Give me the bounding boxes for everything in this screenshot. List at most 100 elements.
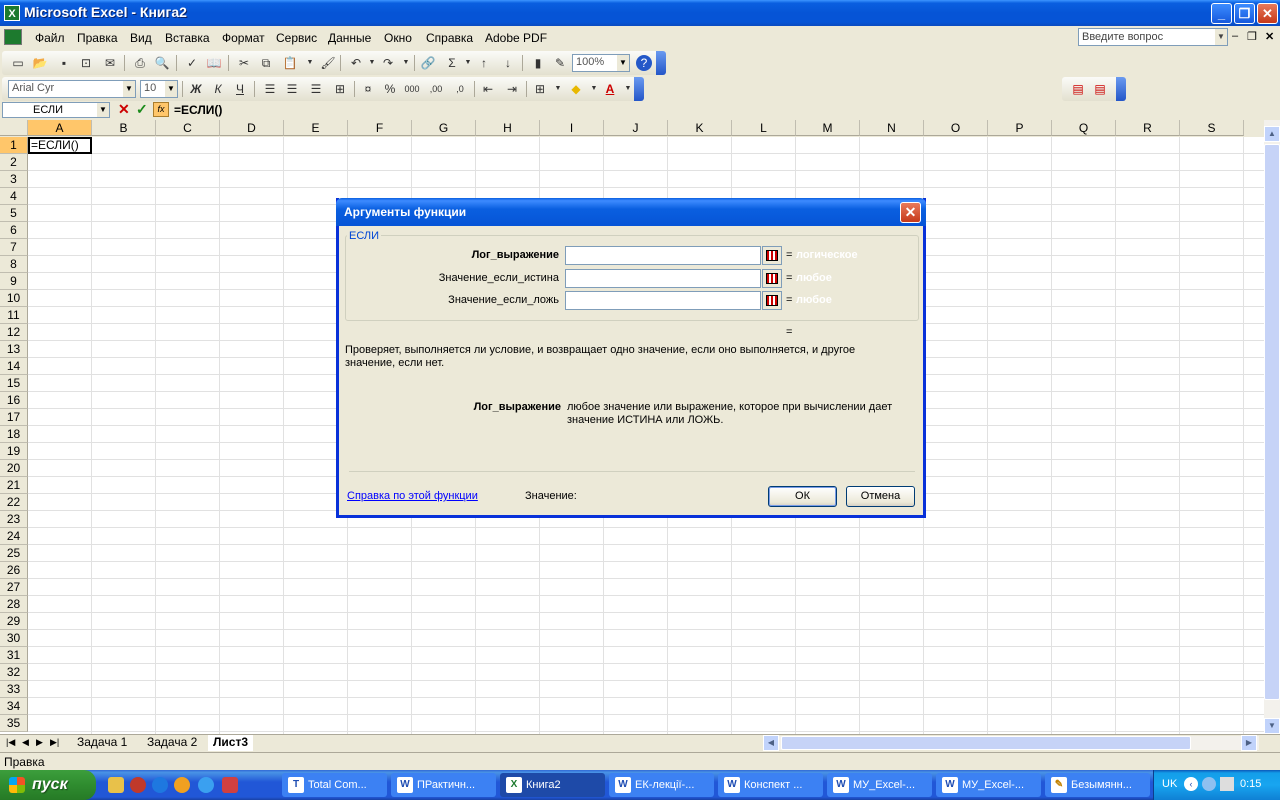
scroll-down-button[interactable]: ▼ [1264, 718, 1280, 734]
start-button[interactable]: пуск [0, 770, 96, 800]
font-color-icon[interactable]: A [602, 81, 618, 97]
sheet-tab-task1[interactable]: Задача 1 [72, 735, 132, 751]
font-name-select[interactable]: Arial Cyr ▼ [8, 80, 136, 98]
menu-format[interactable]: Формат [222, 31, 265, 45]
column-header-s[interactable]: S [1180, 120, 1244, 136]
italic-button[interactable]: К [210, 81, 226, 97]
cell-a1[interactable]: =ЕСЛИ() [28, 137, 92, 154]
autosum-icon[interactable]: Σ [444, 55, 460, 71]
row-header-32[interactable]: 32 [0, 664, 28, 681]
percent-icon[interactable]: % [382, 81, 398, 97]
row-header-4[interactable]: 4 [0, 188, 28, 205]
decrease-indent-icon[interactable]: ⇤ [480, 81, 496, 97]
undo-icon[interactable]: ↶ [348, 55, 364, 71]
menu-tools[interactable]: Сервис [276, 31, 317, 45]
column-header-d[interactable]: D [220, 120, 284, 136]
column-header-k[interactable]: K [668, 120, 732, 136]
row-header-16[interactable]: 16 [0, 392, 28, 409]
zoom-select[interactable]: 100% ▼ [572, 54, 630, 72]
drawing-icon[interactable]: ✎ [552, 55, 568, 71]
row-header-1[interactable]: 1 [0, 137, 28, 154]
borders-icon[interactable]: ⊞ [532, 81, 548, 97]
increase-decimal-icon[interactable]: ,00 [428, 81, 444, 97]
toolbar-options-icon[interactable] [634, 77, 644, 101]
row-header-7[interactable]: 7 [0, 239, 28, 256]
chevron-down-icon[interactable]: ▼ [123, 81, 135, 97]
cut-icon[interactable]: ✂ [236, 55, 252, 71]
row-header-17[interactable]: 17 [0, 409, 28, 426]
task-total-commander[interactable]: T Total Com... [282, 773, 387, 797]
workbook-icon[interactable] [4, 29, 22, 45]
arg-input-value-if-true[interactable] [565, 269, 761, 288]
row-header-5[interactable]: 5 [0, 205, 28, 222]
email-icon[interactable]: ✉ [102, 55, 118, 71]
chart-wizard-icon[interactable]: ▮ [530, 55, 546, 71]
doc-close-button[interactable]: ✕ [1265, 30, 1274, 43]
monitor-icon[interactable] [1220, 777, 1234, 791]
redo-icon[interactable]: ↷ [380, 55, 396, 71]
chevron-down-icon[interactable]: ▼ [97, 103, 109, 117]
select-all-corner[interactable] [0, 120, 28, 136]
sheet-tab-sheet3[interactable]: Лист3 [208, 735, 254, 751]
scroll-right-button[interactable]: ▶ [1241, 735, 1257, 751]
row-header-10[interactable]: 10 [0, 290, 28, 307]
column-header-a[interactable]: A [28, 120, 92, 136]
column-header-b[interactable]: B [92, 120, 156, 136]
arg-input-value-if-false[interactable] [565, 291, 761, 310]
task-untitled-paint[interactable]: ✎ Безымянн... [1045, 773, 1150, 797]
window-title-bar[interactable]: X Microsoft Excel - Книга2 _ ❐ ✕ [0, 0, 1280, 26]
quick-launch-icon-5[interactable] [198, 777, 214, 793]
hyperlink-icon[interactable]: 🔗 [420, 55, 436, 71]
row-header-13[interactable]: 13 [0, 341, 28, 358]
row-header-23[interactable]: 23 [0, 511, 28, 528]
decrease-decimal-icon[interactable]: ,0 [452, 81, 468, 97]
column-header-e[interactable]: E [284, 120, 348, 136]
bold-button[interactable]: Ж [188, 81, 204, 97]
enter-icon[interactable]: ✓ [136, 101, 148, 118]
task-kniga2[interactable]: X Книга2 [500, 773, 605, 797]
chevron-down-icon[interactable]: ▼ [460, 55, 476, 71]
ask-question-input[interactable]: Введите вопрос ▼ [1078, 28, 1228, 46]
doc-minimize-button[interactable]: ‒ [1232, 30, 1238, 42]
save-icon[interactable]: ▪ [56, 55, 72, 71]
merge-center-icon[interactable]: ⊞ [332, 81, 348, 97]
new-icon[interactable]: ▭ [10, 55, 26, 71]
row-header-35[interactable]: 35 [0, 715, 28, 732]
chevron-down-icon[interactable]: ▼ [302, 55, 318, 71]
align-right-icon[interactable]: ☰ [308, 81, 324, 97]
horizontal-scroll-thumb[interactable] [781, 736, 1191, 750]
font-size-select[interactable]: 10 ▼ [140, 80, 178, 98]
column-header-l[interactable]: L [732, 120, 796, 136]
chevron-down-icon[interactable]: ▼ [1215, 29, 1227, 45]
row-header-8[interactable]: 8 [0, 256, 28, 273]
menu-file[interactable]: Файл [35, 31, 65, 45]
name-box[interactable]: ЕСЛИ ▼ [2, 102, 110, 118]
chevron-down-icon[interactable]: ▼ [586, 81, 602, 97]
help-icon[interactable]: ? [636, 55, 652, 71]
minimize-button[interactable]: _ [1211, 3, 1232, 24]
column-header-g[interactable]: G [412, 120, 476, 136]
scroll-left-button[interactable]: ◀ [763, 735, 779, 751]
column-header-j[interactable]: J [604, 120, 668, 136]
row-header-31[interactable]: 31 [0, 647, 28, 664]
row-header-6[interactable]: 6 [0, 222, 28, 239]
research-icon[interactable]: 📖 [206, 55, 222, 71]
dialog-close-button[interactable]: ✕ [900, 202, 921, 223]
comma-style-icon[interactable]: 000 [404, 81, 420, 97]
print-preview-icon[interactable]: 🔍 [154, 55, 170, 71]
row-header-25[interactable]: 25 [0, 545, 28, 562]
menu-insert[interactable]: Вставка [165, 31, 210, 45]
prev-sheet-icon[interactable]: ◀ [22, 737, 29, 748]
toolbar-options-icon[interactable] [1116, 77, 1126, 101]
task-practical[interactable]: W ПРактичн... [391, 773, 496, 797]
language-indicator[interactable]: UK [1162, 778, 1177, 790]
row-header-14[interactable]: 14 [0, 358, 28, 375]
doc-restore-button[interactable]: ❐ [1247, 30, 1257, 43]
row-header-21[interactable]: 21 [0, 477, 28, 494]
menu-data[interactable]: Данные [328, 31, 371, 45]
paste-icon[interactable]: 📋 [282, 55, 298, 71]
vertical-scroll-thumb[interactable] [1264, 144, 1280, 700]
row-header-12[interactable]: 12 [0, 324, 28, 341]
quick-launch-icon-6[interactable] [222, 777, 238, 793]
column-header-f[interactable]: F [348, 120, 412, 136]
